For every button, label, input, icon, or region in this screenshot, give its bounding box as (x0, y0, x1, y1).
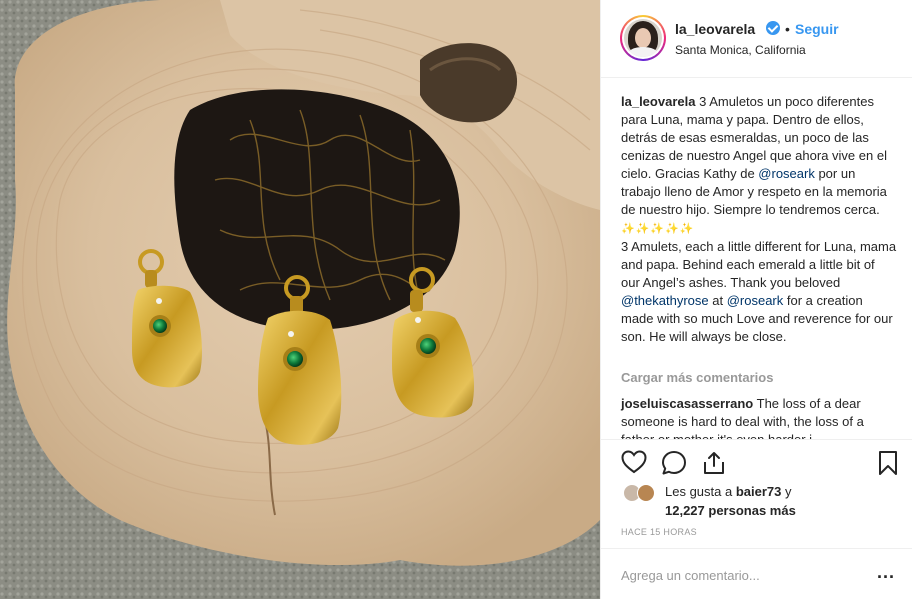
location-link[interactable]: Santa Monica, California (675, 43, 806, 57)
liker-avatar-2[interactable] (637, 484, 655, 502)
comment-input[interactable]: Agrega un comentario... (621, 568, 760, 583)
post-sidebar: la_leovarela • Seguir Santa Monica, Cali… (600, 0, 912, 599)
post-header: la_leovarela • Seguir Santa Monica, Cali… (601, 0, 912, 78)
likes-count[interactable]: 12,227 personas más (665, 503, 796, 518)
comment-username[interactable]: joseluiscasasserrano (621, 396, 753, 411)
mention-thekathyrose[interactable]: @thekathyrose (621, 293, 709, 308)
caption-text-3: 3 Amulets, each a little different for L… (621, 239, 897, 290)
mention-roseark[interactable]: @roseark (758, 166, 815, 181)
follow-button[interactable]: Seguir (795, 21, 839, 37)
instagram-post: la_leovarela • Seguir Santa Monica, Cali… (0, 0, 912, 599)
avatar[interactable] (620, 15, 666, 61)
post-caption: la_leovarela 3 Amuletos un poco diferent… (621, 93, 897, 346)
separator-dot: • (785, 21, 790, 37)
mention-roseark-2[interactable]: @roseark (727, 293, 784, 308)
likes-section: Les gusta a baier73 y 12,227 personas má… (621, 482, 901, 522)
liker-username[interactable]: baier73 (736, 484, 782, 499)
comments-section[interactable]: la_leovarela 3 Amuletos un poco diferent… (601, 79, 912, 439)
post-photo[interactable] (0, 0, 600, 599)
comment-item: joseluiscasasserrano The loss of a dear … (621, 395, 897, 439)
likes-text-line-1: Les gusta a baier73 y (665, 484, 792, 499)
verified-badge-icon (766, 21, 780, 35)
comment-icon[interactable] (661, 450, 687, 476)
username-link[interactable]: la_leovarela (675, 21, 755, 37)
caption-username[interactable]: la_leovarela (621, 94, 695, 109)
more-options-icon[interactable]: ... (877, 562, 895, 583)
sparkles-emoji: ✨✨✨✨✨ (621, 223, 695, 235)
add-comment-bar: Agrega un comentario... ... (601, 548, 912, 599)
heart-icon[interactable] (621, 450, 647, 474)
bookmark-icon[interactable] (877, 450, 899, 476)
caption-text-4: at (708, 293, 727, 308)
share-icon[interactable] (701, 450, 727, 476)
post-actions (601, 439, 912, 483)
load-more-comments-button[interactable]: Cargar más comentarios (621, 370, 773, 385)
photo-artwork (0, 0, 600, 599)
post-timestamp[interactable]: HACE 15 HORAS (621, 527, 697, 537)
avatar-image (624, 19, 662, 57)
